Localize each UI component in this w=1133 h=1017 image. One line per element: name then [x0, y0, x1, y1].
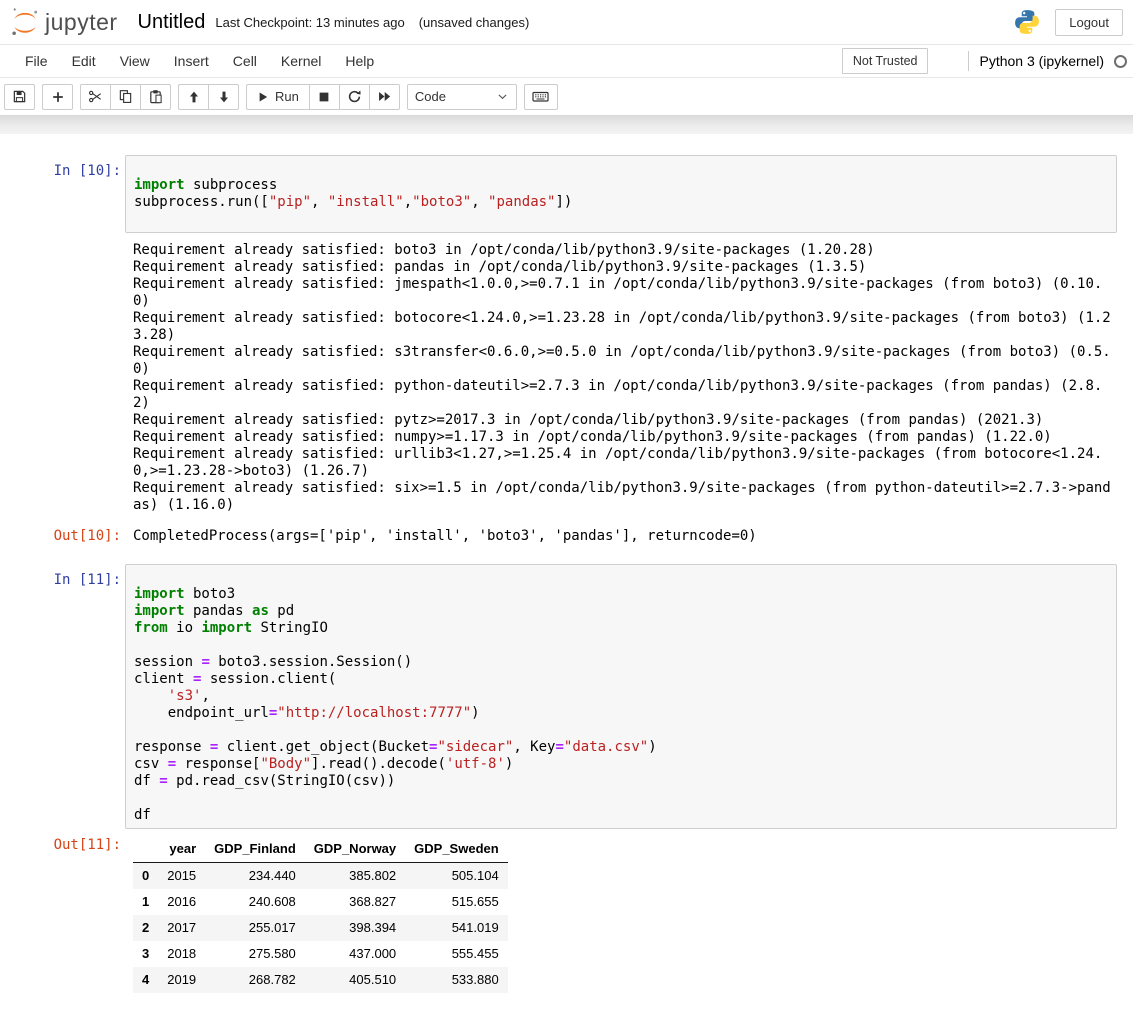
- result-output-10: Out[10]: CompletedProcess(args=['pip', '…: [7, 516, 1117, 545]
- pip-output: Requirement already satisfied: boto3 in …: [133, 242, 1117, 514]
- interrupt-kernel-button[interactable]: [309, 84, 340, 110]
- arrow-up-icon: [187, 90, 201, 104]
- notebook-area: In [10]: import subprocesssubprocess.run…: [0, 134, 1133, 993]
- dataframe-output: yearGDP_FinlandGDP_NorwayGDP_Sweden 0201…: [125, 829, 1117, 993]
- paste-cell-button[interactable]: [140, 84, 171, 110]
- arrow-down-icon: [217, 90, 231, 104]
- restart-icon: [347, 89, 362, 104]
- keyboard-icon: [532, 89, 549, 104]
- code-cell-11: In [11]: import boto3import pandas as pd…: [7, 564, 1117, 829]
- stream-output-10: Requirement already satisfied: boto3 in …: [7, 233, 1117, 514]
- kernel-name: Python 3 (ipykernel): [979, 53, 1104, 69]
- header: jupyter Untitled Last Checkpoint: 13 min…: [0, 0, 1133, 45]
- menu-bar: File Edit View Insert Cell Kernel Help N…: [0, 45, 1133, 78]
- menu-item-view[interactable]: View: [108, 53, 162, 69]
- play-icon: [257, 91, 269, 103]
- kernel-separator: [968, 51, 969, 71]
- jupyter-logo-icon: [8, 7, 42, 37]
- scissors-icon: [88, 89, 103, 104]
- input-prompt-11: In [11]:: [7, 564, 125, 589]
- result-output-text-10: CompletedProcess(args=['pip', 'install',…: [125, 516, 1117, 545]
- jupyter-logo[interactable]: jupyter: [8, 7, 118, 37]
- menu-item-cell[interactable]: Cell: [221, 53, 269, 69]
- table-row: 32018275.580437.000555.455: [133, 941, 508, 967]
- copy-icon: [118, 89, 133, 104]
- copy-cell-button[interactable]: [110, 84, 141, 110]
- move-cell-up-button[interactable]: [178, 84, 209, 110]
- fast-forward-icon: [377, 89, 392, 104]
- output-prompt-10: Out[10]:: [7, 516, 125, 545]
- input-prompt-10: In [10]:: [7, 155, 125, 180]
- table-row: 22017255.017398.394541.019: [133, 915, 508, 941]
- restart-run-all-button[interactable]: [369, 84, 400, 110]
- python-logo-icon: [1013, 8, 1041, 36]
- command-palette-button[interactable]: [524, 84, 558, 110]
- table-row: 42019268.782405.510533.880: [133, 967, 508, 993]
- plus-icon: [51, 90, 65, 104]
- menu-item-edit[interactable]: Edit: [60, 53, 108, 69]
- run-button-label: Run: [275, 89, 299, 104]
- code-editor-10[interactable]: import subprocesssubprocess.run(["pip", …: [125, 155, 1117, 233]
- table-row: 02015234.440385.802505.104: [133, 863, 508, 890]
- cell-type-select[interactable]: Code: [407, 84, 517, 110]
- checkpoint-status: Last Checkpoint: 13 minutes ago: [215, 15, 404, 30]
- kernel-indicator-icon: [1114, 55, 1127, 68]
- logout-button[interactable]: Logout: [1055, 9, 1123, 36]
- stream-output-text: Requirement already satisfied: boto3 in …: [125, 233, 1117, 514]
- chevron-down-icon: [496, 90, 509, 103]
- output-prompt-11: Out[11]:: [7, 829, 125, 854]
- save-button[interactable]: [4, 84, 35, 110]
- menu-item-help[interactable]: Help: [333, 53, 386, 69]
- trust-status-badge[interactable]: Not Trusted: [842, 48, 929, 74]
- floppy-icon: [12, 89, 27, 104]
- jupyter-logo-text: jupyter: [45, 9, 118, 36]
- run-button[interactable]: Run: [246, 84, 310, 110]
- toolbar: Run Code: [0, 78, 1133, 115]
- add-cell-button[interactable]: [42, 84, 73, 110]
- menu-item-file[interactable]: File: [13, 53, 60, 69]
- move-cell-down-button[interactable]: [208, 84, 239, 110]
- autosave-status: (unsaved changes): [419, 15, 530, 30]
- menu-item-insert[interactable]: Insert: [162, 53, 221, 69]
- dataframe-table: yearGDP_FinlandGDP_NorwayGDP_Sweden 0201…: [133, 836, 508, 993]
- page-background-band: [0, 115, 1133, 134]
- code-cell-10: In [10]: import subprocesssubprocess.run…: [7, 155, 1117, 233]
- restart-kernel-button[interactable]: [339, 84, 370, 110]
- cut-cell-button[interactable]: [80, 84, 111, 110]
- code-editor-11[interactable]: import boto3import pandas as pdfrom io i…: [125, 564, 1117, 829]
- menu-item-kernel[interactable]: Kernel: [269, 53, 333, 69]
- paste-icon: [148, 89, 163, 104]
- cell-type-value: Code: [415, 89, 446, 104]
- empty-prompt: [7, 233, 125, 241]
- notebook-title[interactable]: Untitled: [138, 11, 206, 34]
- table-row: 12016240.608368.827515.655: [133, 889, 508, 915]
- stop-icon: [317, 90, 331, 104]
- result-output-11: Out[11]: yearGDP_FinlandGDP_NorwayGDP_Sw…: [7, 829, 1117, 993]
- completed-process-result: CompletedProcess(args=['pip', 'install',…: [133, 528, 1117, 545]
